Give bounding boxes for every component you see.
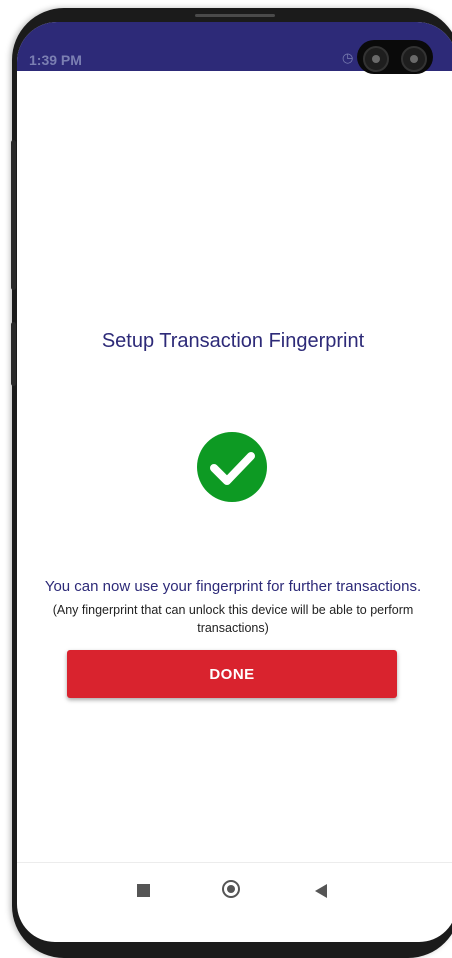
front-camera-cutout [357,40,433,74]
alarm-icon: ◷ [342,50,354,65]
check-circle-icon [197,432,267,502]
app-screen: 1:39 PM ◷ Setup Transaction Fingerprint … [17,22,452,942]
navigation-bar [17,862,452,919]
page-title: Setup Transaction Fingerprint [101,330,365,352]
status-time: 1:39 PM [29,52,82,68]
done-button[interactable]: DONE [67,650,397,698]
device-frame: 1:39 PM ◷ Setup Transaction Fingerprint … [0,0,452,958]
camera-lens-icon [363,46,389,72]
back-triangle-icon[interactable] [315,884,327,898]
home-circle-icon[interactable] [222,880,240,898]
earpiece-speaker [195,14,275,17]
success-message: You can now use your fingerprint for fur… [44,578,422,595]
camera-lens-icon [401,46,427,72]
fingerprint-note: (Any fingerprint that can unlock this de… [52,603,414,635]
recents-square-icon[interactable] [137,884,150,897]
power-button [11,322,16,386]
volume-button [11,140,16,290]
